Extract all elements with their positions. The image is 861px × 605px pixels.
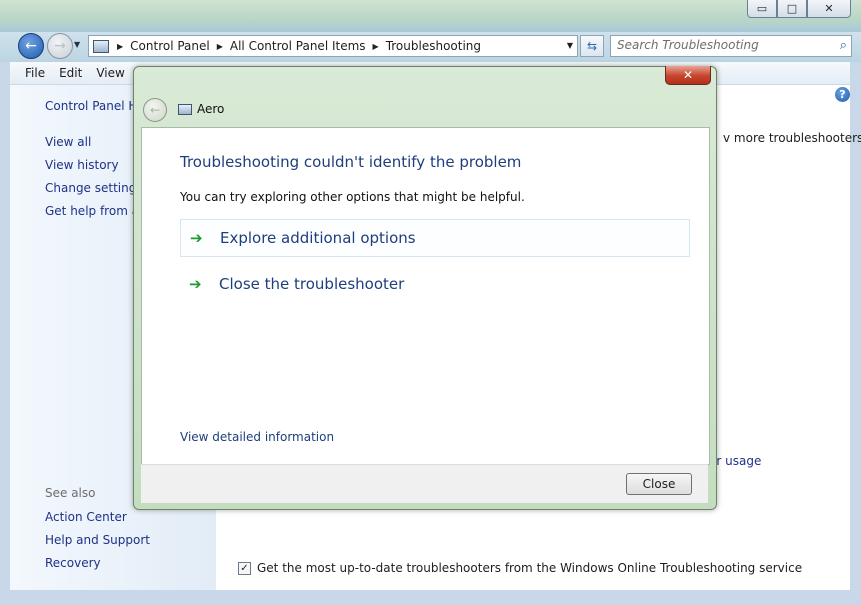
close-troubleshooter-label: Close the troubleshooter bbox=[219, 275, 405, 293]
breadcrumb-all-items[interactable]: All Control Panel Items bbox=[227, 39, 369, 53]
refresh-button[interactable]: ⇆ bbox=[580, 35, 604, 57]
window-titlebar: ▭ □ ✕ bbox=[0, 0, 861, 32]
window-close-button[interactable]: ✕ bbox=[807, 0, 851, 18]
sidebar-link-help-support[interactable]: Help and Support bbox=[45, 533, 150, 547]
sidebar-link-change-settings[interactable]: Change settings bbox=[45, 181, 143, 195]
close-troubleshooter-link[interactable]: ➔ Close the troubleshooter bbox=[180, 265, 690, 303]
green-arrow-icon: ➔ bbox=[190, 229, 203, 247]
sidebar-link-view-all[interactable]: View all bbox=[45, 135, 91, 149]
update-checkbox[interactable]: ✓ bbox=[238, 561, 251, 575]
forward-arrow-icon: → bbox=[54, 38, 66, 54]
update-checkbox-label[interactable]: Get the most up-to-date troubleshooters … bbox=[257, 561, 802, 575]
search-input[interactable] bbox=[611, 36, 817, 54]
sidebar-link-action-center[interactable]: Action Center bbox=[45, 510, 127, 524]
breadcrumb-control-panel[interactable]: Control Panel bbox=[127, 39, 213, 53]
dialog-body: Troubleshooting couldn't identify the pr… bbox=[141, 127, 710, 465]
chevron-right-icon[interactable]: ▶ bbox=[213, 42, 227, 51]
dialog-message: You can try exploring other options that… bbox=[180, 190, 525, 204]
minimize-button[interactable]: ▭ bbox=[747, 0, 777, 18]
explore-options-link[interactable]: ➔ Explore additional options bbox=[180, 219, 690, 257]
menu-file[interactable]: File bbox=[10, 66, 53, 80]
recent-pages-dropdown[interactable]: ▼ bbox=[74, 40, 80, 49]
troubleshooter-app-icon bbox=[178, 104, 192, 115]
menu-view[interactable]: View bbox=[90, 66, 132, 80]
dialog-back-button[interactable]: ← bbox=[143, 98, 167, 122]
sidebar-link-recovery[interactable]: Recovery bbox=[45, 556, 101, 570]
back-button[interactable]: ← bbox=[18, 33, 44, 59]
back-arrow-icon: ← bbox=[149, 103, 161, 117]
control-panel-icon bbox=[93, 39, 109, 53]
chevron-right-icon[interactable]: ▶ bbox=[369, 42, 383, 51]
close-x-icon: ✕ bbox=[682, 68, 694, 82]
search-box: ⌕ bbox=[610, 35, 852, 57]
window-controls: ▭ □ ✕ bbox=[747, 0, 851, 18]
close-button[interactable]: Close bbox=[626, 473, 692, 495]
back-arrow-icon: ← bbox=[25, 38, 37, 54]
chevron-down-icon[interactable]: ▼ bbox=[567, 41, 573, 50]
refresh-icon: ⇆ bbox=[586, 39, 598, 53]
search-icon[interactable]: ⌕ bbox=[840, 38, 847, 53]
sidebar-link-control-panel-home[interactable]: Control Panel Ho bbox=[45, 99, 145, 113]
dialog-heading: Troubleshooting couldn't identify the pr… bbox=[180, 153, 522, 171]
dialog-close-x-button[interactable]: ✕ bbox=[665, 66, 711, 85]
help-icon[interactable]: ? bbox=[835, 87, 850, 102]
restore-button[interactable]: □ bbox=[777, 0, 807, 18]
menu-edit[interactable]: Edit bbox=[53, 66, 90, 80]
sidebar-link-get-help[interactable]: Get help from a f bbox=[45, 204, 147, 218]
explore-options-label: Explore additional options bbox=[220, 229, 416, 247]
chevron-right-icon[interactable]: ▶ bbox=[113, 42, 127, 51]
breadcrumb-troubleshooting[interactable]: Troubleshooting bbox=[383, 39, 484, 53]
update-option[interactable]: ✓ Get the most up-to-date troubleshooter… bbox=[238, 561, 802, 575]
dialog-footer: Close bbox=[141, 464, 708, 503]
navigation-bar: ← → ▼ ▶ Control Panel ▶ All Control Pane… bbox=[0, 32, 861, 62]
green-arrow-icon: ➔ bbox=[189, 275, 202, 293]
window-bottom-border bbox=[0, 590, 861, 605]
see-also-heading: See also bbox=[45, 486, 96, 500]
dialog-title: Aero bbox=[197, 102, 225, 116]
view-detailed-info-link[interactable]: View detailed information bbox=[180, 430, 334, 444]
sidebar-link-view-history[interactable]: View history bbox=[45, 158, 119, 172]
troubleshooter-dialog: ✕ ← Aero Troubleshooting couldn't identi… bbox=[133, 66, 717, 510]
more-troubleshooters-text: v more troubleshooters, bbox=[723, 131, 861, 145]
forward-button[interactable]: → bbox=[47, 33, 73, 59]
address-bar[interactable]: ▶ Control Panel ▶ All Control Panel Item… bbox=[88, 35, 578, 57]
